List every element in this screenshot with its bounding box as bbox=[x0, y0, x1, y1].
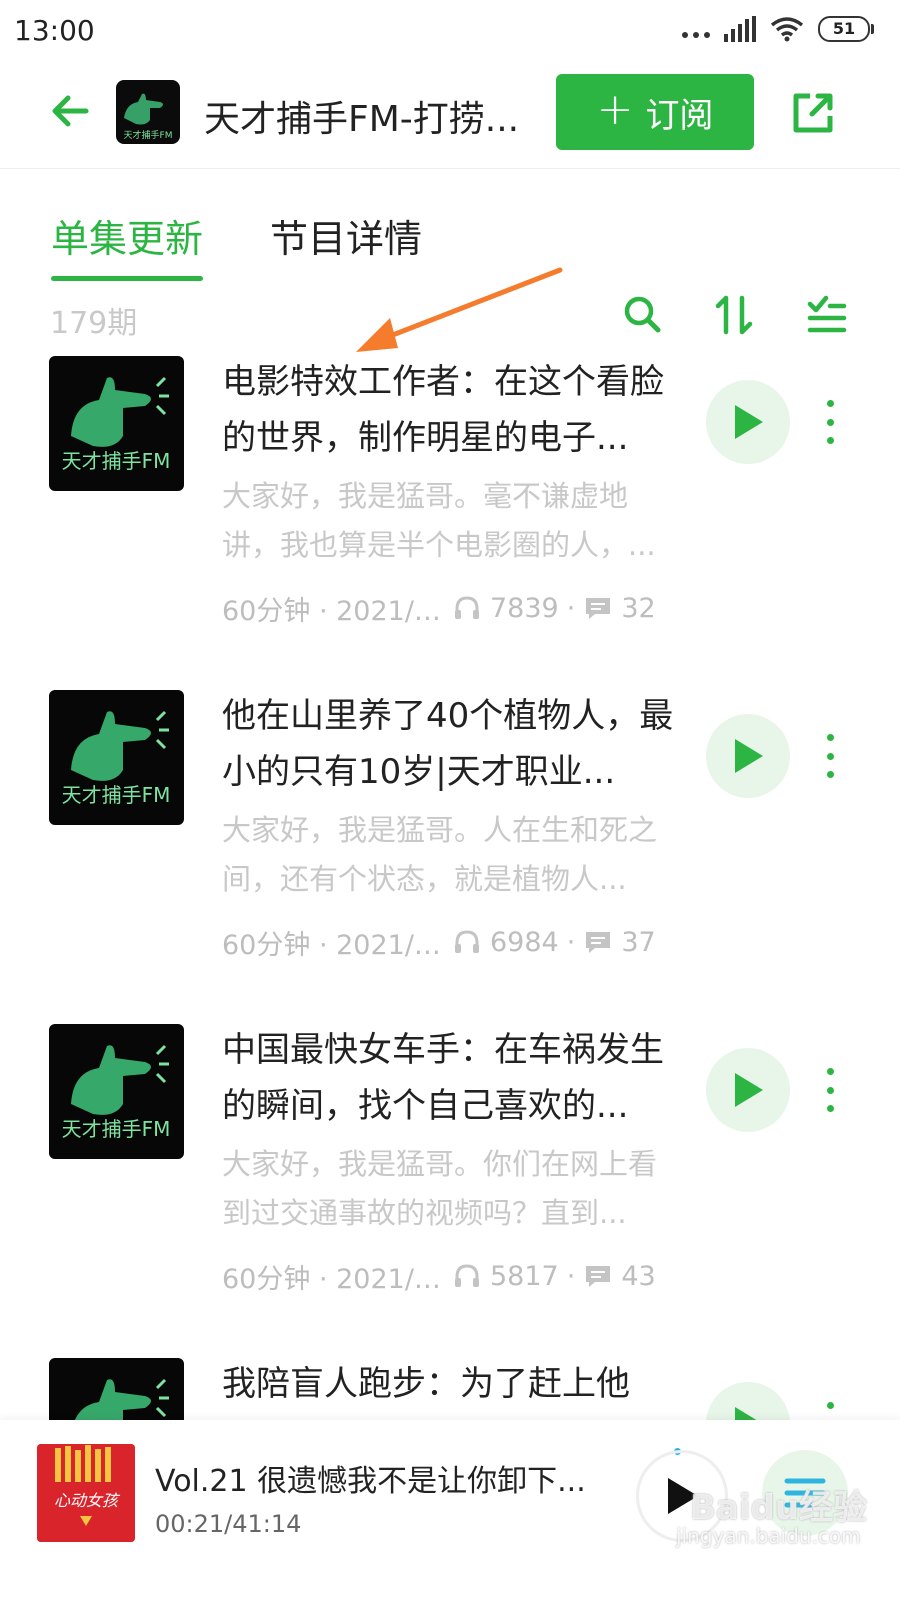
episode-description: 大家好，我是猛哥。你们在网上看到过交通事故的视频吗？直到... bbox=[222, 1147, 658, 1230]
hand-logo-icon: 天才捕手FM bbox=[62, 376, 171, 473]
play-icon bbox=[735, 405, 763, 439]
episode-duration-date: 60分钟 · 2021/1... bbox=[222, 1263, 452, 1295]
svg-text:心动女孩: 心动女孩 bbox=[54, 1491, 121, 1510]
comment-icon bbox=[586, 1266, 611, 1287]
meta-separator: · bbox=[566, 592, 576, 624]
comment-count: 32 bbox=[621, 592, 656, 624]
episode-item[interactable]: 我陪盲人跑步：为了赶上他 bbox=[0, 1358, 900, 1420]
episode-meta: 60分钟 · 2021/1... 5817 · 43 bbox=[222, 1256, 692, 1296]
episode-description: 大家好，我是猛哥。毫不谦虚地讲，我也算是半个电影圈的人，... bbox=[222, 479, 656, 562]
episode-count: 179期 bbox=[50, 306, 138, 341]
meta-separator: · bbox=[566, 926, 576, 958]
episode-cover[interactable]: 天才捕手FM bbox=[49, 690, 184, 825]
multi-select-icon[interactable] bbox=[804, 292, 850, 338]
comment-count: 37 bbox=[621, 926, 656, 958]
signal-icon bbox=[724, 16, 756, 42]
tab-bar: 单集更新 节目详情 bbox=[0, 168, 900, 281]
search-icon[interactable] bbox=[620, 292, 666, 338]
headphones-icon bbox=[455, 930, 479, 953]
episode-item[interactable]: 天才捕手FM 中国最快女车手：在车祸发生的瞬间，找个自己喜欢的... 大家好，我… bbox=[0, 1024, 900, 1358]
play-button[interactable] bbox=[706, 1048, 790, 1132]
episode-title[interactable]: 他在山里养了40个植物人，最小的只有10岁|天才职业... bbox=[222, 688, 682, 800]
play-icon bbox=[735, 1073, 763, 1107]
episode-description: 大家好，我是猛哥。人在生和死之间，还有个状态，就是植物人... bbox=[222, 813, 658, 896]
sort-icon[interactable] bbox=[712, 292, 758, 338]
subscribe-button[interactable]: + 订阅 bbox=[556, 74, 754, 150]
player-title[interactable]: Vol.21 很遗憾我不是让你卸下... bbox=[155, 1456, 605, 1500]
svg-text:天才捕手FM: 天才捕手FM bbox=[62, 449, 171, 473]
subscribe-label: 订阅 bbox=[645, 95, 714, 136]
play-count: 6984 bbox=[490, 926, 559, 958]
battery-icon: 51 bbox=[818, 16, 874, 42]
baidu-watermark: Baidu经验 bbox=[690, 1488, 868, 1528]
meta-separator: · bbox=[566, 1260, 576, 1292]
play-icon bbox=[735, 1407, 757, 1420]
more-options-icon[interactable] bbox=[816, 400, 844, 444]
episode-cover[interactable]: 天才捕手FM bbox=[49, 1024, 184, 1159]
comment-count: 43 bbox=[621, 1260, 656, 1292]
annotation-arrow-icon bbox=[356, 267, 563, 352]
player-time: 00:21/41:14 bbox=[155, 1510, 302, 1538]
play-icon bbox=[735, 739, 763, 773]
back-arrow-icon[interactable] bbox=[46, 86, 96, 136]
comment-icon bbox=[586, 598, 611, 619]
episode-duration-date: 60分钟 · 2021/1... bbox=[222, 595, 452, 627]
episode-cover[interactable]: 天才捕手FM bbox=[49, 356, 184, 491]
episode-title[interactable]: 电影特效工作者：在这个看脸的世界，制作明星的电子... bbox=[222, 354, 682, 466]
baidu-watermark-url: jingyan.baidu.com bbox=[676, 1524, 861, 1548]
status-bar: 13:00 51 bbox=[0, 0, 900, 62]
podcast-logo[interactable]: 天才捕手FM bbox=[116, 80, 180, 144]
episode-meta: 60分钟 · 2021/1... 6984 · 37 bbox=[222, 922, 692, 962]
comment-icon bbox=[586, 932, 611, 953]
podcast-title: 天才捕手FM-打捞... bbox=[204, 99, 520, 140]
more-options-icon[interactable] bbox=[816, 1402, 844, 1420]
episode-duration-date: 60分钟 · 2021/1... bbox=[222, 929, 452, 961]
tab-episodes[interactable]: 单集更新 bbox=[51, 208, 204, 281]
podcast-header: 天才捕手FM 天才捕手FM-打捞... + 订阅 bbox=[0, 62, 900, 169]
play-button[interactable] bbox=[706, 714, 790, 798]
svg-text:天才捕手FM: 天才捕手FM bbox=[124, 129, 173, 141]
fries-cover-icon: 心动女孩 bbox=[37, 1444, 135, 1542]
play-count: 5817 bbox=[490, 1260, 559, 1292]
episode-title[interactable]: 我陪盲人跑步：为了赶上他 bbox=[222, 1358, 682, 1412]
tab-details[interactable]: 节目详情 bbox=[270, 208, 422, 263]
plus-icon: + bbox=[596, 84, 634, 135]
hand-logo-icon: 天才捕手FM bbox=[62, 710, 171, 807]
play-button[interactable] bbox=[706, 1382, 790, 1420]
play-count: 7839 bbox=[490, 592, 559, 624]
episode-item[interactable]: 天才捕手FM 电影特效工作者：在这个看脸的世界，制作明星的电子... 大家好，我… bbox=[0, 356, 900, 690]
more-options-icon[interactable] bbox=[816, 1068, 844, 1112]
episode-item[interactable]: 天才捕手FM 他在山里养了40个植物人，最小的只有10岁|天才职业... 大家好… bbox=[0, 690, 900, 1024]
hand-logo-icon bbox=[75, 1378, 169, 1420]
wifi-icon bbox=[770, 17, 804, 42]
episode-meta: 60分钟 · 2021/1... 7839 · 32 bbox=[222, 588, 692, 628]
episode-title[interactable]: 中国最快女车手：在车祸发生的瞬间，找个自己喜欢的... bbox=[222, 1022, 682, 1134]
episode-cover[interactable] bbox=[49, 1358, 184, 1420]
player-cover[interactable]: 心动女孩 bbox=[37, 1444, 135, 1542]
svg-text:天才捕手FM: 天才捕手FM bbox=[62, 783, 171, 807]
svg-text:天才捕手FM: 天才捕手FM bbox=[62, 1117, 171, 1141]
status-time: 13:00 bbox=[14, 14, 95, 47]
hand-logo-icon: 天才捕手FM bbox=[62, 1044, 171, 1141]
headphones-icon bbox=[455, 596, 479, 619]
headphones-icon bbox=[455, 1264, 479, 1287]
more-dots-icon bbox=[682, 16, 710, 42]
mini-player[interactable]: 心动女孩 Vol.21 很遗憾我不是让你卸下... 00:21/41:14 Ba… bbox=[0, 1420, 900, 1600]
more-options-icon[interactable] bbox=[816, 734, 844, 778]
play-button[interactable] bbox=[706, 380, 790, 464]
share-icon[interactable] bbox=[788, 88, 838, 138]
hand-logo-icon: 天才捕手FM bbox=[124, 93, 173, 141]
status-icons: 51 bbox=[682, 16, 874, 42]
